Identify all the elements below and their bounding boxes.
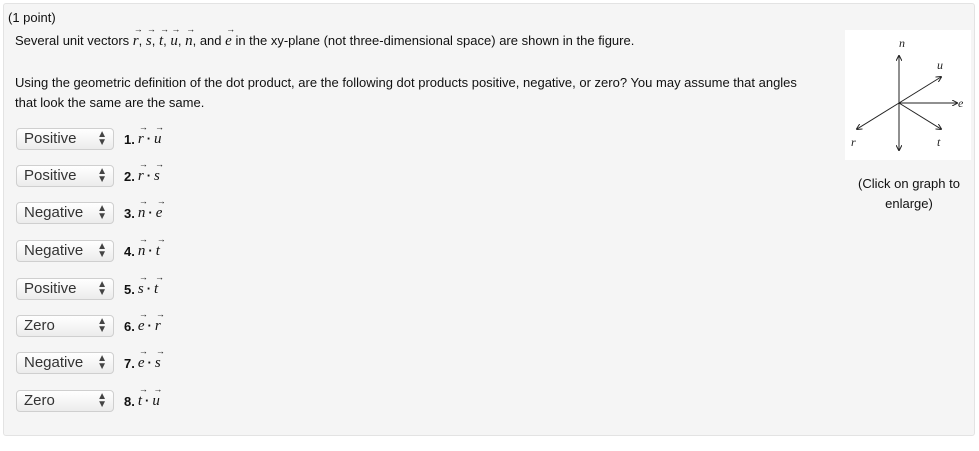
select-arrows-icon: ▲ ▼ — [97, 129, 107, 148]
selected-value: Zero — [24, 317, 55, 334]
vector-b: r — [155, 309, 165, 335]
figure-caption[interactable]: (Click on graph to enlarge) — [840, 174, 978, 214]
selected-value: Positive — [24, 130, 77, 147]
label-r: r — [851, 135, 856, 149]
question-number: 8. — [124, 393, 135, 409]
question-row-2: Positive▲▼ 2.r·s — [16, 159, 164, 187]
vector-a: e — [138, 346, 148, 372]
vector-diagram: n u e t s r — [851, 36, 964, 170]
select-arrows-icon: ▲ ▼ — [97, 241, 107, 260]
question-number: 4. — [124, 243, 135, 259]
vector-a: n — [138, 196, 147, 222]
vector-a: e — [138, 309, 148, 335]
vector-figure[interactable]: n u e t s r — [845, 30, 971, 170]
question-number: 2. — [124, 168, 135, 184]
vector-b: t — [154, 272, 164, 298]
question-row-5: Positive▲▼ 5.s·t — [16, 272, 164, 300]
label-t: t — [937, 135, 941, 149]
selected-value: Zero — [24, 392, 55, 409]
vector-b: t — [156, 234, 166, 260]
select-arrows-icon: ▲ ▼ — [97, 353, 107, 372]
question-row-8: Zero▲▼ 8.t·u — [16, 384, 162, 412]
answer-select-1[interactable]: Positive ▲ ▼ — [16, 128, 114, 150]
vector-b: u — [152, 384, 161, 410]
answer-select-4[interactable]: Negative ▲ ▼ — [16, 240, 114, 262]
vector-a: t — [138, 384, 148, 410]
question-number: 3. — [124, 205, 135, 221]
vector-u: u — [170, 24, 179, 50]
vector-b: e — [156, 196, 166, 222]
vector-a: n — [138, 234, 147, 260]
vector-t: t — [159, 24, 169, 50]
intro-and: and — [199, 33, 222, 48]
vector-s: s — [146, 24, 156, 50]
question-row-3: Negative▲▼ 3.n·e — [16, 196, 166, 224]
select-arrows-icon: ▲ ▼ — [97, 166, 107, 185]
points-label: (1 point) — [8, 10, 56, 25]
question-row-7: Negative▲▼ 7.e·s — [16, 346, 165, 374]
selected-value: Negative — [24, 354, 84, 371]
intro-text: Several unit vectors r, s, t, u, n, and … — [15, 24, 635, 50]
label-n: n — [899, 36, 905, 50]
answer-select-6[interactable]: Zero ▲ ▼ — [16, 315, 114, 337]
question-number: 6. — [124, 318, 135, 334]
question-row-1: Positive▲▼ 1.r·u — [16, 122, 163, 150]
select-arrows-icon: ▲ ▼ — [97, 279, 107, 298]
arrow-u — [898, 77, 941, 104]
vector-e: e — [225, 24, 235, 50]
question-number: 5. — [124, 281, 135, 297]
arrow-t — [898, 102, 941, 129]
vector-b: u — [154, 122, 163, 148]
answer-select-8[interactable]: Zero ▲ ▼ — [16, 390, 114, 412]
intro-suffix: in the xy-plane (not three-dimensional s… — [235, 33, 635, 48]
select-arrows-icon: ▲ ▼ — [97, 391, 107, 410]
vector-b: s — [155, 346, 165, 372]
question-row-4: Negative▲▼ 4.n·t — [16, 234, 166, 262]
selected-value: Positive — [24, 167, 77, 184]
label-e: e — [958, 96, 964, 110]
vector-r: r — [133, 24, 143, 50]
selected-value: Negative — [24, 242, 84, 259]
selected-value: Positive — [24, 280, 77, 297]
intro-prefix: Several unit vectors — [15, 33, 133, 48]
vector-a: r — [138, 122, 148, 148]
question-row-6: Zero▲▼ 6.e·r — [16, 309, 165, 337]
label-u: u — [937, 58, 943, 72]
answer-select-3[interactable]: Negative ▲ ▼ — [16, 202, 114, 224]
vector-b: s — [154, 159, 164, 185]
instructions-text: Using the geometric definition of the do… — [15, 75, 797, 110]
select-arrows-icon: ▲ ▼ — [97, 316, 107, 335]
vector-a: r — [138, 159, 148, 185]
arrow-r — [857, 102, 900, 129]
select-arrows-icon: ▲ ▼ — [97, 203, 107, 222]
question-number: 7. — [124, 355, 135, 371]
question-number: 1. — [124, 131, 135, 147]
vector-a: s — [138, 272, 148, 298]
vector-n: n — [185, 24, 194, 50]
answer-select-5[interactable]: Positive ▲ ▼ — [16, 278, 114, 300]
label-s: s — [895, 156, 900, 160]
answer-select-2[interactable]: Positive ▲ ▼ — [16, 165, 114, 187]
selected-value: Negative — [24, 204, 84, 221]
answer-select-7[interactable]: Negative ▲ ▼ — [16, 352, 114, 374]
